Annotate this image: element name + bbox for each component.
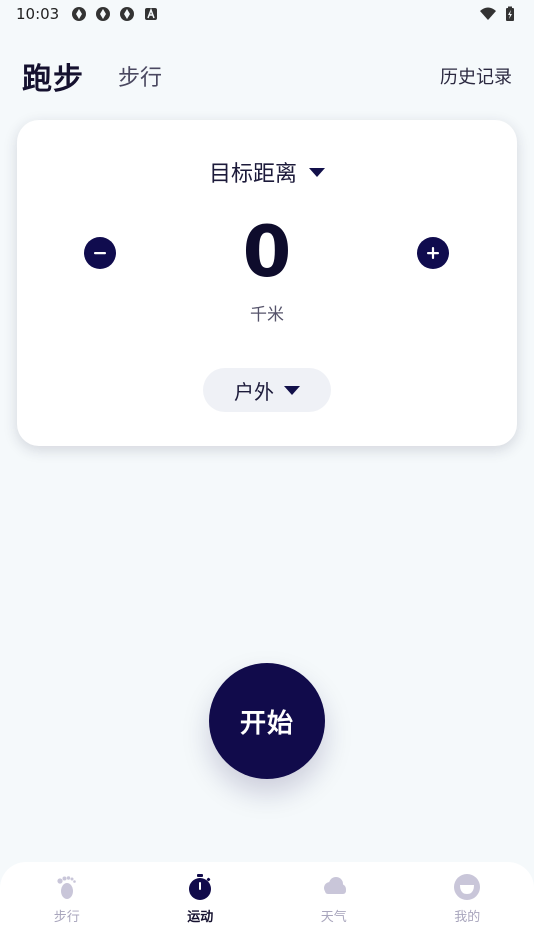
tab-run[interactable]: 跑步 bbox=[22, 54, 84, 98]
dropdown-arrow-icon bbox=[284, 385, 300, 395]
cloud-icon bbox=[323, 877, 346, 894]
nav-item-profile[interactable]: 我的 bbox=[417, 872, 517, 925]
nav-item-walk[interactable]: 步行 bbox=[17, 872, 117, 925]
notification-icons bbox=[71, 6, 159, 22]
history-link[interactable]: 历史记录 bbox=[440, 63, 512, 89]
footprint-icon bbox=[57, 876, 76, 899]
app-notification-icon bbox=[120, 7, 135, 21]
profile-icon bbox=[454, 874, 481, 900]
mode-dropdown[interactable]: 户外 bbox=[203, 368, 331, 412]
goal-card: 目标距离 0 千米 户外 bbox=[17, 120, 517, 446]
nav-label-walk: 步行 bbox=[53, 910, 80, 925]
stopwatch-icon bbox=[189, 874, 212, 900]
nav-label-profile: 我的 bbox=[454, 910, 481, 925]
status-time: 10:03 bbox=[16, 5, 60, 23]
battery-icon bbox=[506, 6, 514, 21]
target-type-label: 目标距离 bbox=[208, 162, 297, 187]
start-button[interactable]: 开始 bbox=[209, 663, 325, 779]
dropdown-arrow-icon bbox=[309, 167, 325, 177]
bottom-nav: 步行 运动 天气 我的 bbox=[0, 862, 534, 950]
header: 跑步 步行 历史记录 bbox=[0, 52, 534, 100]
increase-button[interactable] bbox=[417, 237, 449, 269]
wifi-icon bbox=[480, 7, 496, 20]
nav-item-exercise[interactable]: 运动 bbox=[150, 872, 250, 925]
nav-item-weather[interactable]: 天气 bbox=[284, 872, 384, 925]
nav-label-exercise: 运动 bbox=[187, 910, 214, 925]
app-notification-icon bbox=[72, 7, 87, 21]
target-type-dropdown[interactable]: 目标距离 bbox=[17, 156, 517, 188]
target-unit: 千米 bbox=[250, 305, 284, 325]
status-bar: 10:03 bbox=[0, 0, 534, 28]
plus-icon bbox=[427, 247, 439, 259]
nav-label-weather: 天气 bbox=[320, 910, 347, 925]
system-status-icons bbox=[480, 6, 518, 22]
tab-walk[interactable]: 步行 bbox=[118, 60, 162, 92]
keyboard-notification-icon bbox=[145, 7, 158, 20]
app-notification-icon bbox=[96, 7, 111, 21]
mode-label: 户外 bbox=[234, 379, 274, 404]
